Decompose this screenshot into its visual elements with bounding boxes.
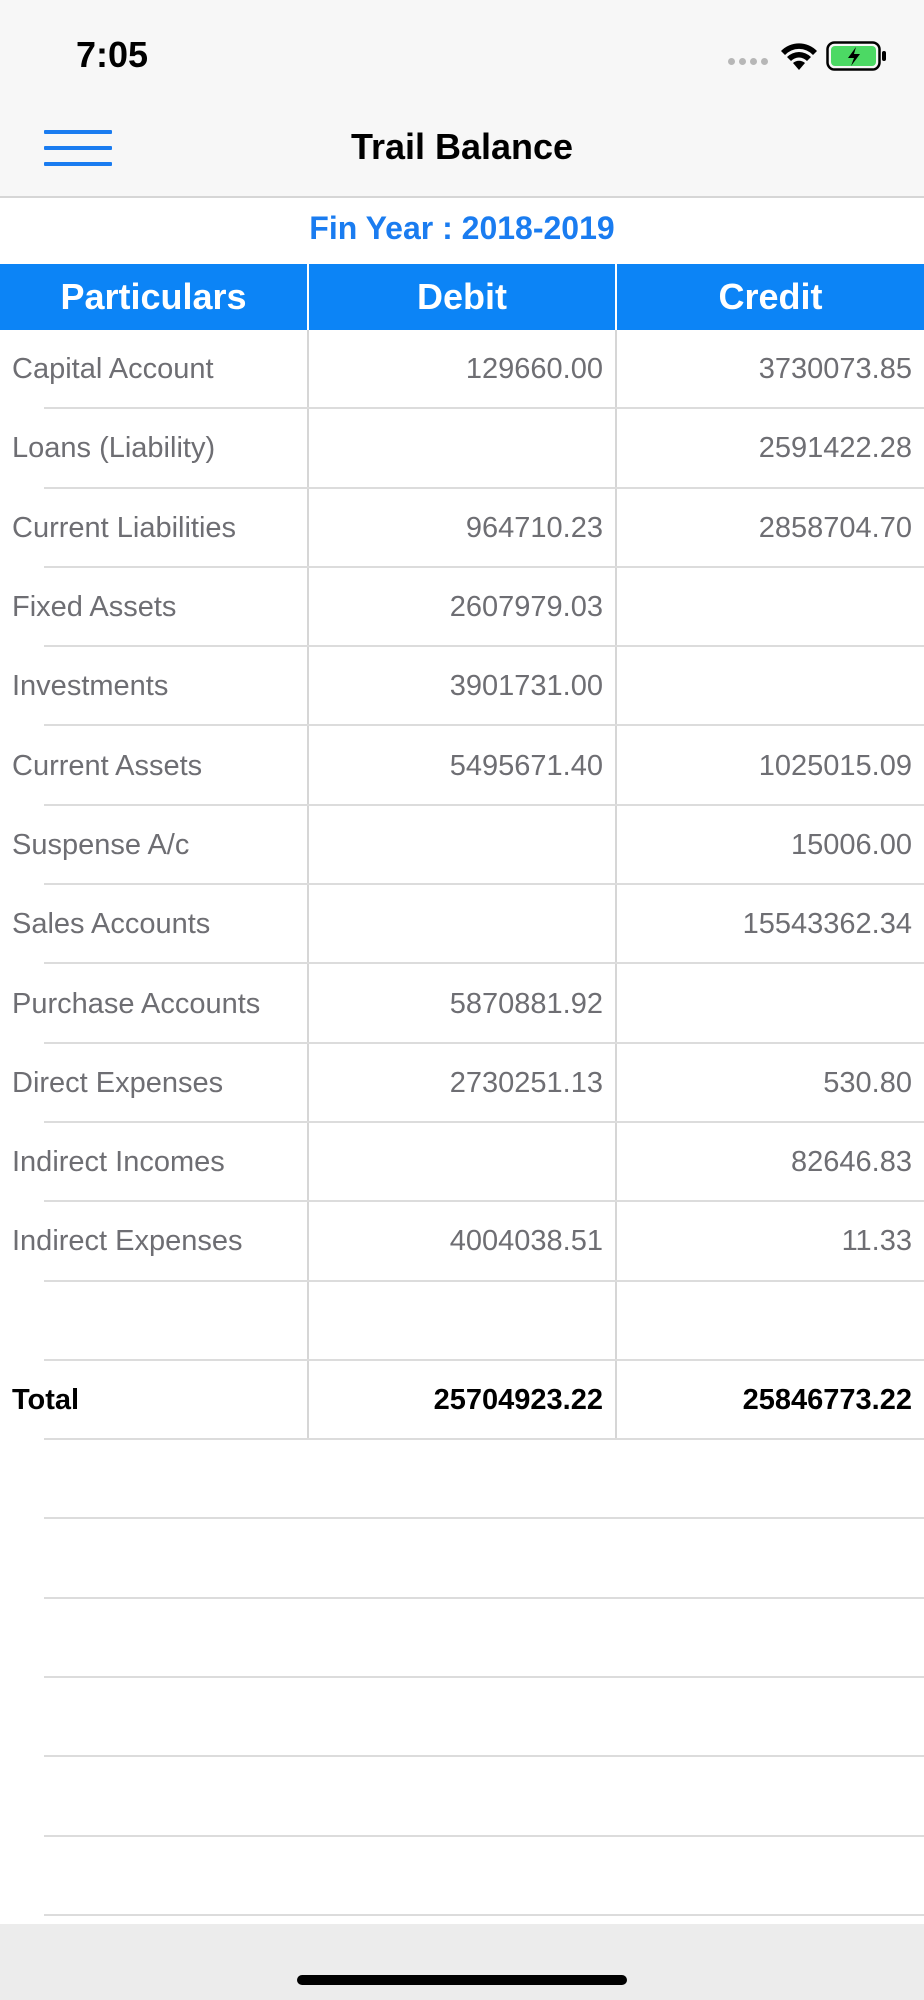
debit-cell — [307, 805, 615, 886]
table-row: Fixed Assets 2607979.03 — [0, 567, 924, 648]
credit-cell: 11.33 — [615, 1202, 924, 1282]
page-title: Trail Balance — [350, 126, 574, 167]
debit-cell — [307, 1281, 615, 1361]
table-row: Sales Accounts 15543362.34 — [0, 885, 924, 965]
particular-cell: Fixed Assets — [12, 591, 177, 624]
particular-cell: Purchase Accounts — [12, 987, 261, 1020]
empty-separator-row — [0, 1757, 924, 1837]
table-row-blank — [0, 1281, 924, 1362]
total-label: Total — [12, 1384, 80, 1416]
table-row: Loans (Liability) 2591422.28 — [0, 409, 924, 489]
fin-year-label: Fin Year : 2018-2019 — [309, 210, 615, 246]
status-time: 7:05 — [76, 34, 149, 75]
empty-separator-row — [0, 1837, 924, 1917]
debit-cell: 964710.23 — [307, 488, 615, 568]
debit-cell: 2730251.13 — [307, 1043, 615, 1123]
credit-cell — [615, 1281, 924, 1361]
particular-cell: Sales Accounts — [12, 908, 211, 941]
debit-cell: 3901731.00 — [307, 647, 615, 727]
debit-cell — [307, 1122, 615, 1203]
particular-cell: Current Liabilities — [12, 511, 237, 544]
status-bar: 7:05 — [0, 0, 924, 100]
total-debit: 25704923.22 — [307, 1360, 615, 1441]
particular-cell: Indirect Incomes — [12, 1146, 225, 1179]
particular-cell: Current Assets — [12, 749, 203, 782]
credit-cell: 82646.83 — [615, 1122, 924, 1203]
credit-cell — [615, 647, 924, 727]
debit-cell: 4004038.51 — [307, 1202, 615, 1282]
debit-cell: 129660.00 — [307, 330, 615, 410]
navigation-bar: Trail Balance — [0, 100, 924, 198]
credit-cell — [615, 567, 924, 648]
column-header-credit: Credit — [615, 264, 924, 330]
column-header-particulars: Particulars — [60, 276, 247, 317]
particular-cell: Indirect Expenses — [12, 1225, 243, 1258]
battery-charging-icon — [826, 41, 886, 71]
total-row: Total 25704923.22 25846773.22 — [0, 1360, 924, 1441]
table-row: Capital Account 129660.00 3730073.85 — [0, 330, 924, 410]
empty-separator-row — [0, 1440, 924, 1520]
table-row: Suspense A/c 15006.00 — [0, 805, 924, 886]
debit-cell — [307, 885, 615, 965]
credit-cell: 15543362.34 — [615, 885, 924, 965]
table-row: Current Assets 5495671.40 1025015.09 — [0, 726, 924, 807]
credit-cell: 530.80 — [615, 1043, 924, 1123]
credit-cell: 1025015.09 — [615, 726, 924, 806]
signal-dots-icon — [728, 58, 768, 65]
empty-separator-row — [0, 1678, 924, 1758]
debit-cell: 5870881.92 — [307, 964, 615, 1044]
credit-cell: 3730073.85 — [615, 330, 924, 410]
column-header-debit: Debit — [307, 264, 615, 330]
empty-separator-row — [0, 1519, 924, 1600]
particular-cell: Direct Expenses — [12, 1066, 224, 1099]
particular-cell — [0, 1282, 307, 1361]
table-row: Indirect Expenses 4004038.51 11.33 — [0, 1202, 924, 1282]
debit-cell: 5495671.40 — [307, 726, 615, 806]
total-credit: 25846773.22 — [615, 1360, 924, 1441]
particular-cell: Capital Account — [12, 353, 214, 386]
debit-cell: 2607979.03 — [307, 567, 615, 648]
debit-cell — [307, 409, 615, 489]
wifi-icon — [781, 43, 817, 70]
table-row: Purchase Accounts 5870881.92 — [0, 964, 924, 1044]
table-row: Indirect Incomes 82646.83 — [0, 1122, 924, 1203]
particular-cell: Loans (Liability) — [12, 432, 216, 465]
table-row: Current Liabilities 964710.23 2858704.70 — [0, 488, 924, 569]
trial-balance-table: Particulars Debit Credit Capital Account… — [0, 264, 924, 1917]
credit-cell: 2591422.28 — [615, 409, 924, 489]
table-header: Particulars Debit Credit — [0, 264, 924, 330]
table-row: Investments 3901731.00 — [0, 647, 924, 727]
credit-cell — [615, 964, 924, 1044]
particular-cell: Investments — [12, 670, 169, 703]
home-indicator-area — [0, 1924, 924, 2000]
home-indicator[interactable] — [297, 1975, 627, 1985]
screen: 7:05 Trail Balance Fin Year : 2018-2019 … — [0, 0, 924, 2000]
table-row: Direct Expenses 2730251.13 530.80 — [0, 1043, 924, 1124]
particular-cell: Suspense A/c — [12, 828, 190, 861]
empty-separator-row — [0, 1599, 924, 1679]
credit-cell: 2858704.70 — [615, 488, 924, 568]
credit-cell: 15006.00 — [615, 805, 924, 886]
